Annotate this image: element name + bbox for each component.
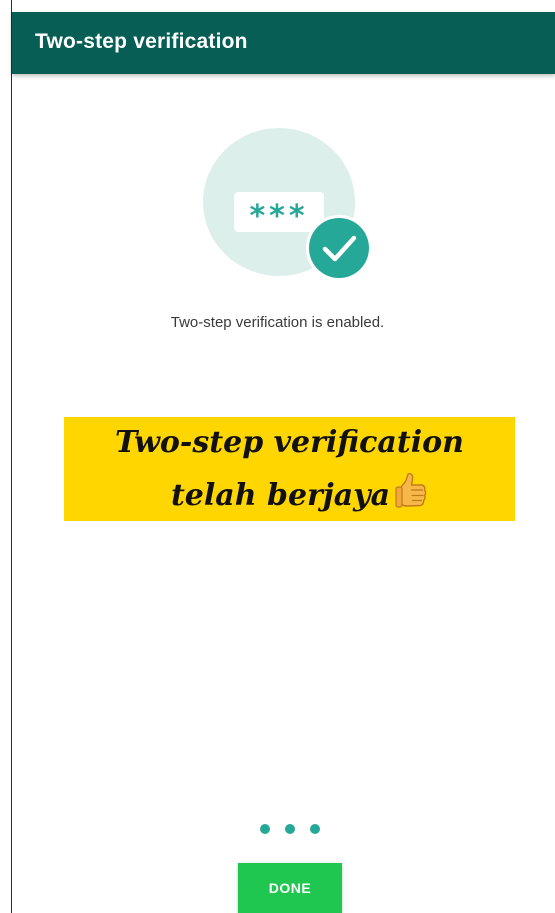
page-indicator bbox=[258, 824, 322, 836]
verification-illustration: *** bbox=[203, 128, 371, 281]
page-indicator-dot bbox=[310, 824, 320, 834]
page-indicator-dot bbox=[260, 824, 270, 834]
done-button[interactable]: DONE bbox=[238, 863, 342, 913]
password-mask-text: *** bbox=[249, 199, 308, 234]
screen-frame-top bbox=[0, 0, 555, 12]
page-title: Two-step verification bbox=[35, 30, 248, 53]
overlay-banner: Two-step verification telah berjaya bbox=[64, 417, 515, 521]
banner-line-2: telah berjaya bbox=[170, 478, 391, 513]
screen-frame-left bbox=[0, 0, 12, 913]
banner-line-1: Two-step verification bbox=[115, 425, 464, 460]
banner-line-2-wrap: telah berjaya bbox=[64, 471, 515, 514]
status-message: Two-step verification is enabled. bbox=[170, 314, 385, 331]
app-bar: Two-step verification bbox=[12, 12, 555, 74]
thumbs-up-icon bbox=[395, 473, 427, 508]
page-indicator-dot bbox=[285, 824, 295, 834]
check-badge-icon bbox=[306, 215, 371, 281]
password-card-icon: *** bbox=[234, 192, 324, 234]
